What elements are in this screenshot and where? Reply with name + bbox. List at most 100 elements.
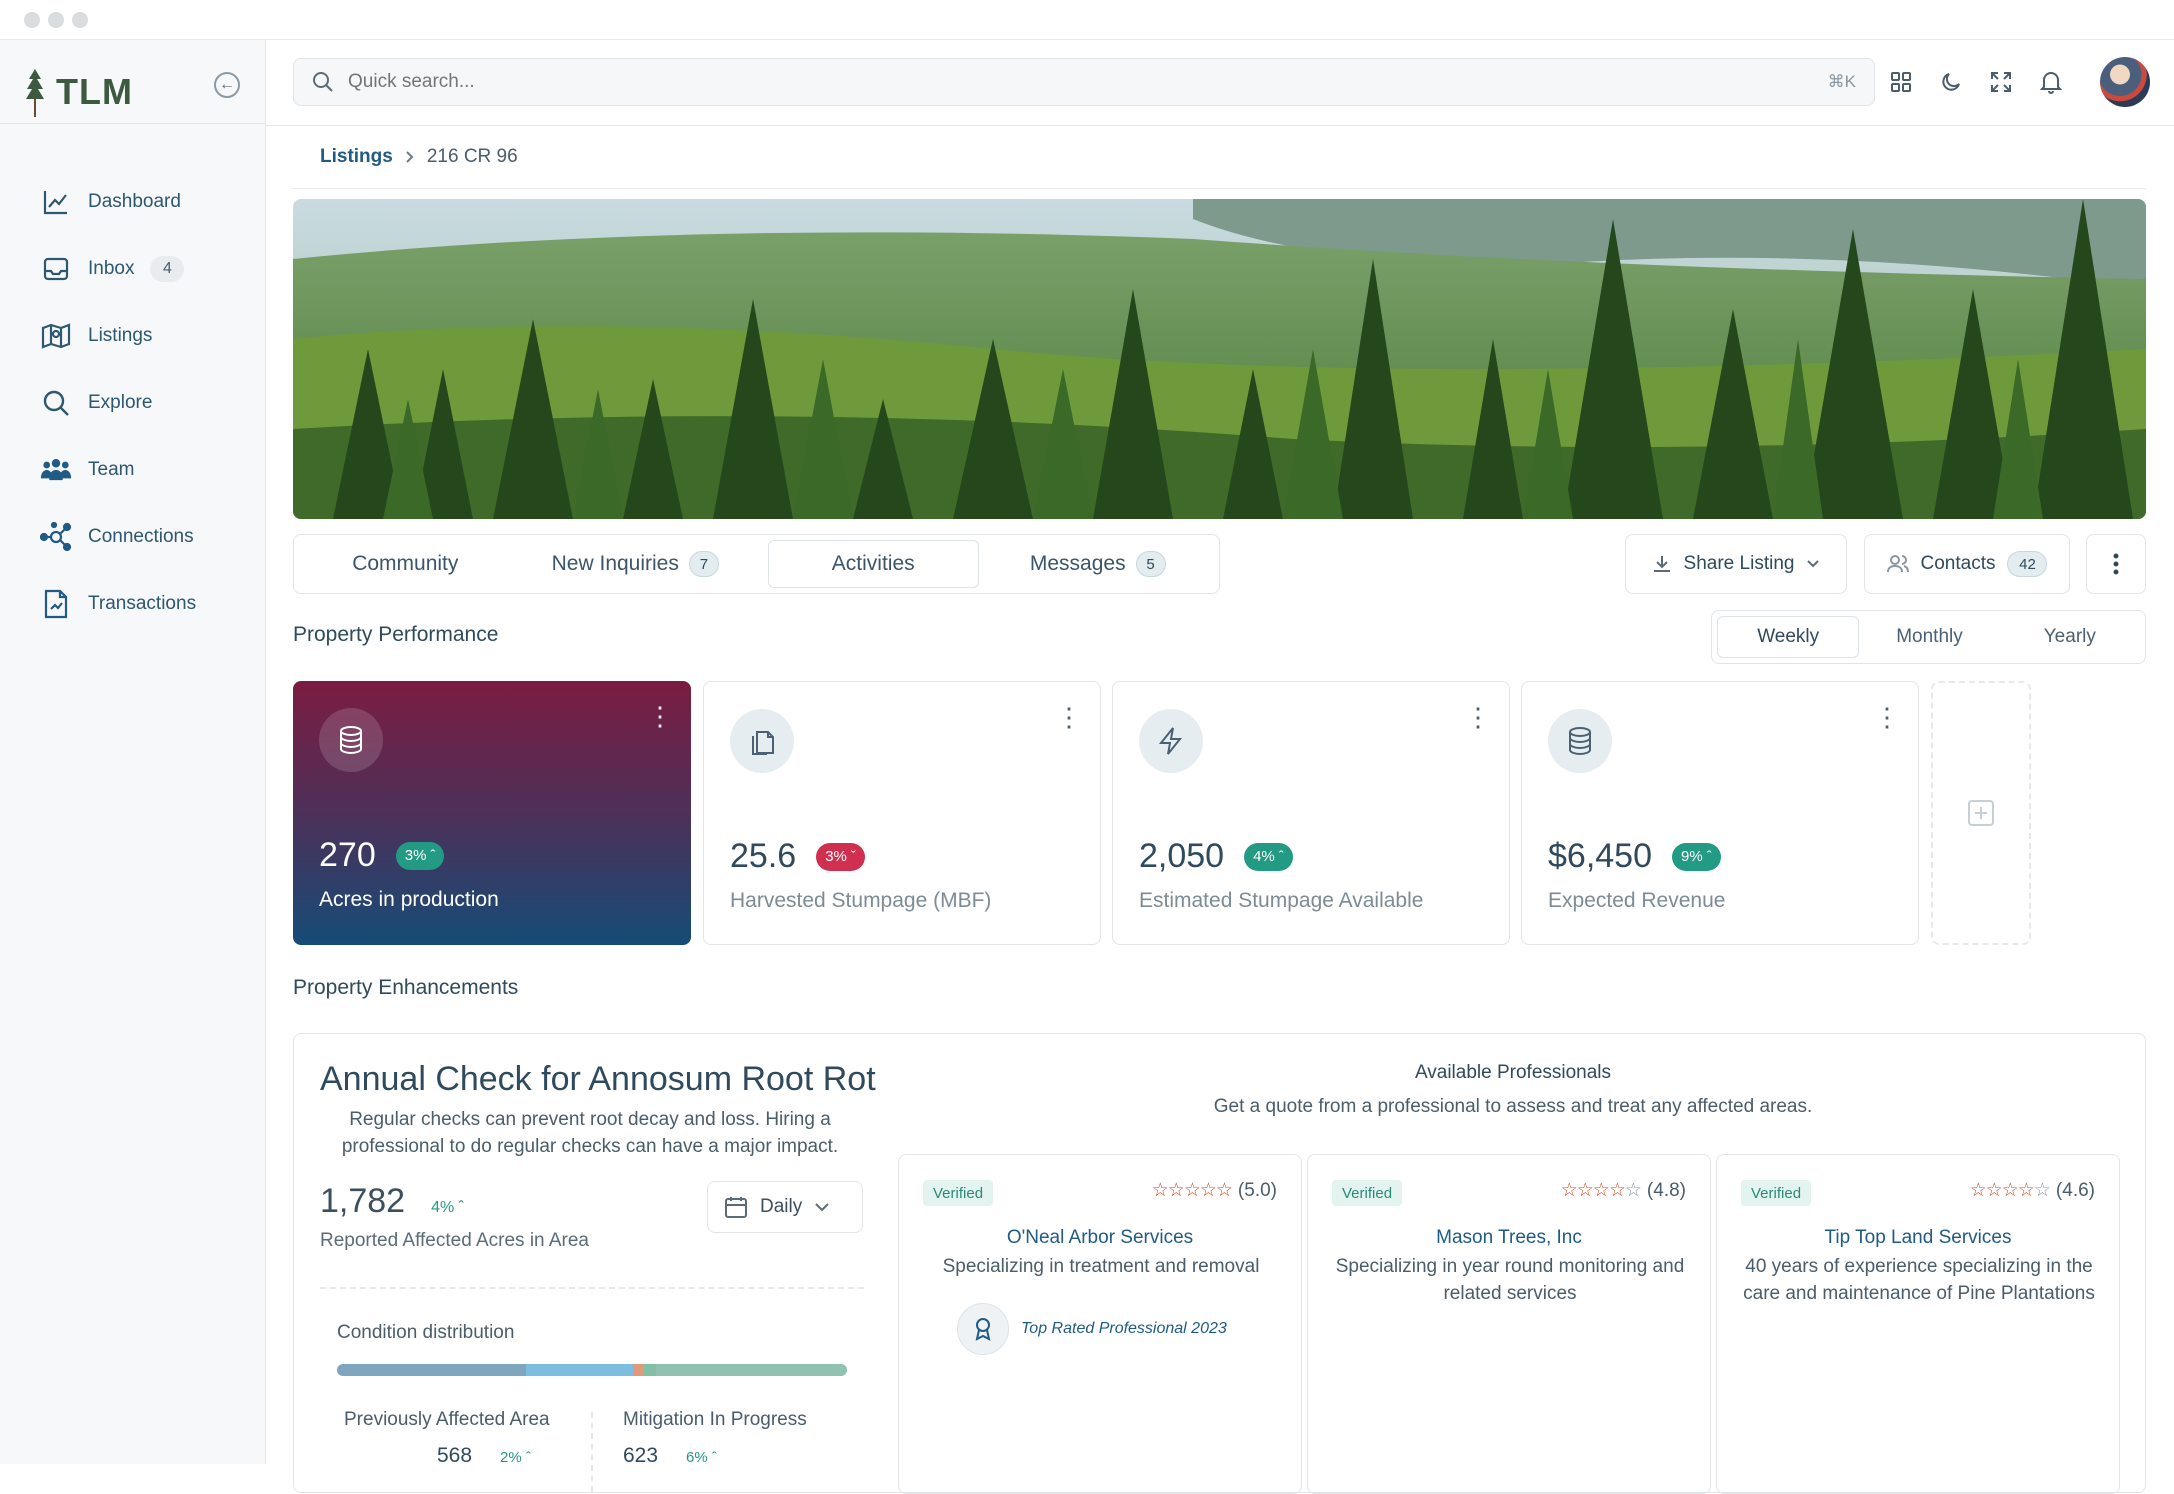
contacts-button[interactable]: Contacts 42 [1864, 534, 2070, 594]
rating-value: (4.8) [1646, 1179, 1686, 1201]
inquiries-count-badge: 7 [688, 551, 719, 577]
breadcrumb-listings-link[interactable]: Listings [320, 146, 393, 168]
tab-label: Community [352, 552, 459, 575]
search-input[interactable] [348, 71, 1814, 93]
dark-mode-moon-icon[interactable] [1935, 66, 1967, 98]
stat-change-value: 2% [500, 1449, 522, 1466]
lightning-icon [1139, 709, 1203, 773]
tab-messages[interactable]: Messages 5 [985, 540, 1211, 588]
metric-change: 4% [1253, 848, 1275, 865]
condition-segment [337, 1364, 526, 1376]
share-listing-button[interactable]: Share Listing [1625, 534, 1847, 594]
notifications-bell-icon[interactable] [2035, 66, 2067, 98]
chevron-down-icon [815, 1203, 829, 1212]
period-monthly[interactable]: Monthly [1859, 616, 1999, 658]
contacts-label: Contacts [1920, 553, 1996, 574]
window-maximize-dot[interactable] [72, 12, 88, 28]
tab-community[interactable]: Community [302, 540, 509, 588]
sidebar-item-team[interactable]: Team [40, 450, 250, 490]
star-rating-icon: ☆☆☆☆☆ [1151, 1180, 1233, 1201]
card-menu-icon[interactable]: ⋮ [647, 703, 673, 729]
sidebar-item-listings[interactable]: Listings [40, 316, 250, 356]
team-icon [40, 454, 72, 486]
listing-tabs: Community New Inquiries 7 Activities Mes… [293, 534, 1220, 594]
metric-value: $6,450 [1548, 837, 1652, 875]
sidebar-item-inbox[interactable]: Inbox 4 [40, 249, 250, 289]
card-menu-icon[interactable]: ⋮ [1056, 704, 1082, 730]
top-bar: ⌘K [266, 40, 2174, 126]
metric-change-badge: 3% ˇ [816, 842, 865, 871]
chevron-up-icon: ˆ [1278, 848, 1284, 865]
condition-segment [642, 1364, 656, 1376]
sidebar-item-transactions[interactable]: Transactions [40, 584, 250, 624]
apps-grid-icon[interactable] [1885, 66, 1917, 98]
share-listing-label: Share Listing [1683, 553, 1795, 574]
sidebar-item-explore[interactable]: Explore [40, 383, 250, 423]
sidebar-item-label: Team [88, 459, 135, 480]
previously-affected-value: 568 2% ˆ [437, 1444, 531, 1468]
map-icon [40, 320, 72, 352]
professional-description: Specializing in year round monitoring an… [1335, 1256, 1685, 1304]
professional-description: 40 years of experience specializing in t… [1743, 1256, 2095, 1304]
enhancements-section-title: Property Enhancements [293, 976, 519, 999]
window-close-dot[interactable] [24, 12, 40, 28]
metric-value: 2,050 [1139, 837, 1225, 875]
search-bar[interactable]: ⌘K [293, 58, 1875, 106]
period-weekly[interactable]: Weekly [1717, 616, 1860, 658]
tab-activities[interactable]: Activities [767, 540, 979, 588]
card-menu-icon[interactable]: ⋮ [1465, 704, 1491, 730]
brand-name: TLM [56, 71, 133, 112]
breadcrumb: Listings 216 CR 96 [320, 146, 518, 168]
affected-acres-label: Reported Affected Acres in Area [320, 1230, 589, 1251]
metric-value-row: 2,050 4% ˆ [1139, 837, 1293, 876]
metric-label: Estimated Stumpage Available [1139, 889, 1424, 912]
collapse-sidebar-icon[interactable]: ← [214, 72, 240, 98]
sidebar-item-label: Dashboard [88, 191, 181, 212]
range-dropdown[interactable]: Daily [707, 1181, 863, 1233]
add-metric-card[interactable] [1931, 681, 2031, 945]
fullscreen-icon[interactable] [1985, 66, 2017, 98]
metric-value-row: $6,450 9% ˆ [1548, 837, 1721, 876]
period-yearly[interactable]: Yearly [2000, 616, 2140, 658]
user-avatar[interactable] [2100, 57, 2150, 107]
professional-card[interactable]: Verified ☆☆☆☆☆ (5.0) O'Neal Arbor Servic… [898, 1154, 1302, 1494]
sidebar-divider [0, 123, 266, 124]
pine-tree-icon [26, 69, 44, 117]
window-minimize-dot[interactable] [48, 12, 64, 28]
professional-name[interactable]: Mason Trees, Inc [1308, 1227, 1710, 1249]
dashed-divider [320, 1287, 864, 1289]
star-rating-icon: ☆☆☆☆☆ [1560, 1180, 1642, 1201]
award-label: Top Rated Professional 2023 [1021, 1320, 1227, 1337]
more-options-button[interactable] [2086, 534, 2146, 594]
condition-segment [525, 1364, 633, 1376]
metric-card-revenue[interactable]: ⋮ $6,450 9% ˆ Expected Revenue [1521, 681, 1919, 945]
users-icon [1886, 555, 1909, 573]
previously-affected-label: Previously Affected Area [344, 1409, 550, 1430]
rating-value: (5.0) [1237, 1179, 1277, 1201]
tab-label: Activities [831, 552, 915, 575]
enhancement-title: Annual Check for Annosum Root Rot [320, 1060, 876, 1098]
sidebar-item-dashboard[interactable]: Dashboard [40, 182, 250, 222]
chevron-up-icon: ˆ [458, 1199, 464, 1216]
professional-name[interactable]: Tip Top Land Services [1717, 1227, 2119, 1249]
chevron-up-icon: ˆ [525, 1449, 531, 1466]
tab-label: Messages [1029, 552, 1126, 575]
condition-segment [655, 1364, 847, 1376]
professional-name[interactable]: O'Neal Arbor Services [899, 1227, 1301, 1249]
professional-card[interactable]: Verified ☆☆☆☆☆ (4.6) Tip Top Land Servic… [1716, 1154, 2120, 1494]
messages-count-badge: 5 [1135, 551, 1166, 577]
verified-badge: Verified [1332, 1180, 1403, 1206]
search-icon [313, 72, 333, 92]
tab-new-inquiries[interactable]: New Inquiries 7 [509, 540, 762, 588]
metric-card-harvested[interactable]: ⋮ 25.6 3% ˇ Harvested Stumpage (MBF) [703, 681, 1101, 945]
metric-card-stumpage[interactable]: ⋮ 2,050 4% ˆ Estimated Stumpage Available [1112, 681, 1510, 945]
performance-section-title: Property Performance [293, 623, 499, 646]
metric-card-acres[interactable]: ⋮ 270 3% ˆ Acres in production [293, 681, 691, 945]
card-menu-icon[interactable]: ⋮ [1874, 704, 1900, 730]
metric-change-badge: 9% ˆ [1672, 842, 1721, 871]
metric-label: Harvested Stumpage (MBF) [730, 889, 992, 912]
professional-card[interactable]: Verified ☆☆☆☆☆ (4.8) Mason Trees, Inc Sp… [1307, 1154, 1711, 1494]
brand-logo[interactable]: TLM [24, 60, 133, 124]
listing-hero-image [293, 199, 2146, 519]
sidebar-item-connections[interactable]: Connections [40, 517, 250, 557]
